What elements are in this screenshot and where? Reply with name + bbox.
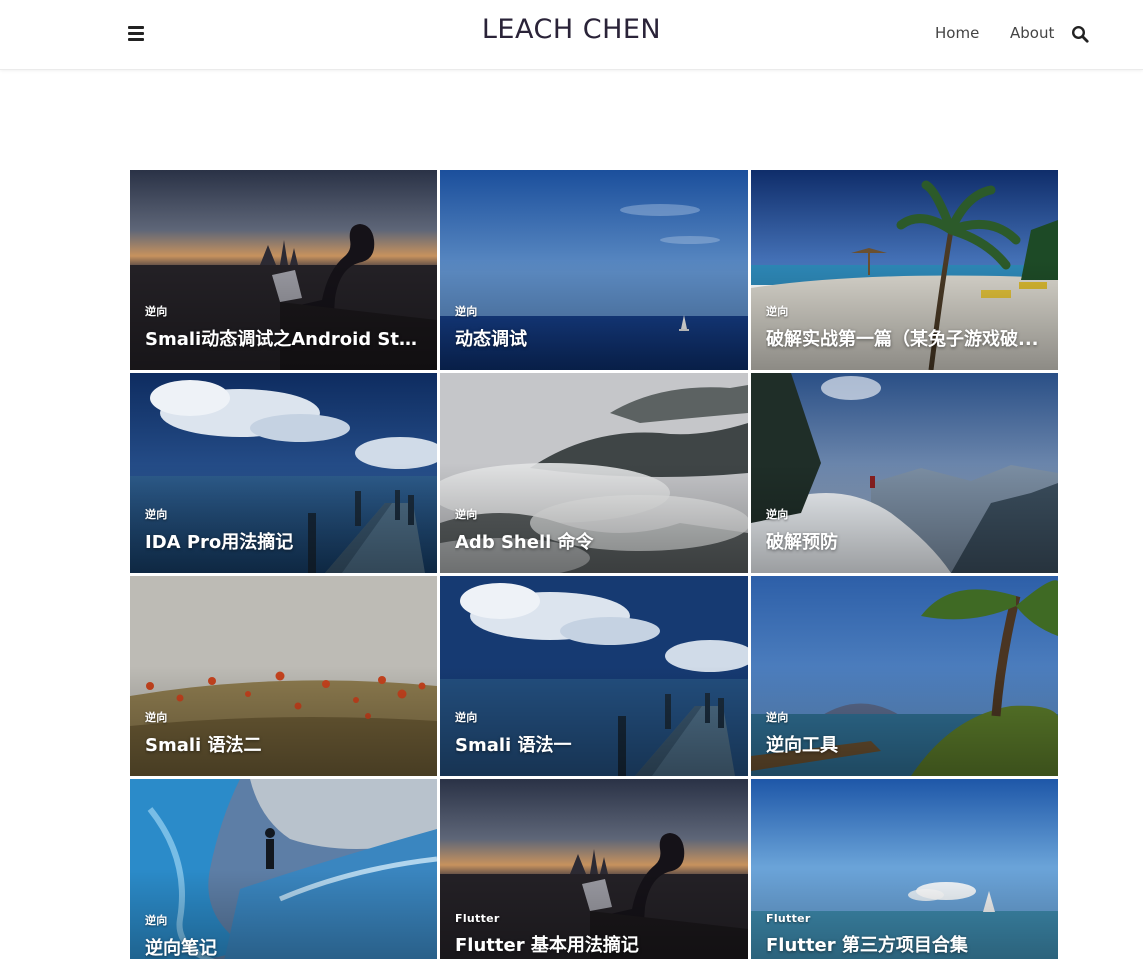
card-meta: 逆向 Smali 语法二 — [145, 709, 419, 757]
post-title[interactable]: 动态调试 — [455, 325, 730, 351]
post-category[interactable]: 逆向 — [145, 912, 419, 928]
post-card[interactable]: 逆向 IDA Pro用法摘记 — [130, 373, 437, 573]
post-category[interactable]: 逆向 — [145, 303, 419, 319]
card-meta: 逆向 IDA Pro用法摘记 — [145, 506, 419, 554]
post-card[interactable]: 逆向 Smali 语法二 — [130, 576, 437, 776]
post-grid: 逆向 Smali动态调试之Android Stu... 逆向 动态调试 逆向 破… — [130, 170, 1058, 959]
post-card[interactable]: 逆向 破解实战第一篇（某兔子游戏破... — [751, 170, 1058, 370]
post-card[interactable]: 逆向 Adb Shell 命令 — [440, 373, 748, 573]
post-card[interactable]: 逆向 Smali动态调试之Android Stu... — [130, 170, 437, 370]
post-title[interactable]: 破解实战第一篇（某兔子游戏破... — [766, 325, 1040, 351]
post-title[interactable]: Flutter 基本用法摘记 — [455, 931, 730, 957]
post-title[interactable]: 破解预防 — [766, 528, 1040, 554]
post-title[interactable]: Smali 语法二 — [145, 731, 419, 757]
menu-icon[interactable] — [128, 26, 144, 41]
post-card[interactable]: 逆向 逆向笔记 — [130, 779, 437, 959]
card-meta: 逆向 Adb Shell 命令 — [455, 506, 730, 554]
card-meta: Flutter Flutter 第三方项目合集 — [766, 912, 1040, 957]
post-category[interactable]: 逆向 — [766, 709, 1040, 725]
site-title[interactable]: LEACH CHEN — [482, 14, 661, 45]
site-header: LEACH CHEN Home About — [0, 0, 1143, 70]
card-meta: 逆向 逆向笔记 — [145, 912, 419, 959]
post-card[interactable]: 逆向 动态调试 — [440, 170, 748, 370]
nav-home-link[interactable]: Home — [935, 24, 979, 42]
post-title[interactable]: 逆向工具 — [766, 731, 1040, 757]
post-category[interactable]: 逆向 — [145, 506, 419, 522]
card-meta: 逆向 破解预防 — [766, 506, 1040, 554]
post-category[interactable]: Flutter — [455, 912, 730, 925]
card-meta: 逆向 Smali 语法一 — [455, 709, 730, 757]
post-card[interactable]: Flutter Flutter 基本用法摘记 — [440, 779, 748, 959]
card-meta: 逆向 Smali动态调试之Android Stu... — [145, 303, 419, 351]
post-title[interactable]: 逆向笔记 — [145, 934, 419, 959]
post-card[interactable]: 逆向 破解预防 — [751, 373, 1058, 573]
post-category[interactable]: 逆向 — [766, 506, 1040, 522]
post-category[interactable]: 逆向 — [766, 303, 1040, 319]
post-category[interactable]: 逆向 — [455, 709, 730, 725]
card-meta: 逆向 动态调试 — [455, 303, 730, 351]
post-category[interactable]: 逆向 — [455, 303, 730, 319]
card-meta: 逆向 逆向工具 — [766, 709, 1040, 757]
post-card[interactable]: Flutter Flutter 第三方项目合集 — [751, 779, 1058, 959]
nav-about-link[interactable]: About — [1010, 24, 1054, 42]
search-icon[interactable] — [1071, 25, 1089, 43]
post-category[interactable]: 逆向 — [455, 506, 730, 522]
post-title[interactable]: Adb Shell 命令 — [455, 528, 730, 554]
post-title[interactable]: Smali 语法一 — [455, 731, 730, 757]
post-title[interactable]: IDA Pro用法摘记 — [145, 528, 419, 554]
card-meta: Flutter Flutter 基本用法摘记 — [455, 912, 730, 957]
post-title[interactable]: Flutter 第三方项目合集 — [766, 931, 1040, 957]
post-card[interactable]: 逆向 Smali 语法一 — [440, 576, 748, 776]
post-title[interactable]: Smali动态调试之Android Stu... — [145, 325, 419, 351]
post-category[interactable]: Flutter — [766, 912, 1040, 925]
post-category[interactable]: 逆向 — [145, 709, 419, 725]
post-card[interactable]: 逆向 逆向工具 — [751, 576, 1058, 776]
card-meta: 逆向 破解实战第一篇（某兔子游戏破... — [766, 303, 1040, 351]
